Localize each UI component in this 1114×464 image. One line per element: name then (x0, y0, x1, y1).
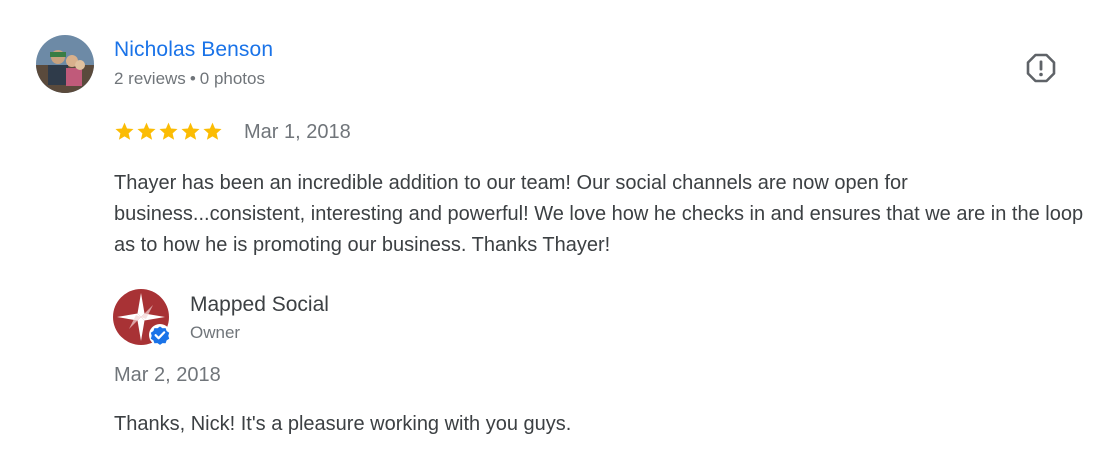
profile-photo-icon (36, 35, 94, 93)
star-icon (181, 122, 200, 140)
meta-separator: • (189, 69, 196, 88)
star-icon (115, 122, 134, 140)
star-rating (114, 121, 223, 142)
reviewer-meta: 2 reviews • 0 photos (114, 69, 265, 89)
reply-date: Mar 2, 2018 (114, 364, 221, 386)
report-flag-icon[interactable] (1025, 52, 1057, 84)
star-icon (137, 122, 156, 140)
review-card: Nicholas Benson 2 reviews • 0 photos Mar 1… (0, 0, 1114, 464)
reply-text: Thanks, Nick! It's a pleasure working wi… (114, 413, 572, 435)
owner-role: Owner (190, 323, 241, 342)
photos-count: 0 photos (199, 69, 265, 88)
star-icon (159, 122, 178, 140)
owner-logo (113, 289, 171, 347)
review-date: Mar 1, 2018 (244, 121, 351, 143)
reviewer-name-link[interactable]: Nicholas Benson (114, 38, 273, 62)
owner-name: Mapped Social (190, 293, 329, 316)
verified-badge-icon (149, 324, 171, 346)
reviews-count: 2 reviews (114, 69, 186, 88)
compass-logo-icon (113, 289, 171, 346)
reviewer-avatar[interactable] (36, 35, 94, 93)
review-text: Thayer has been an incredible addition t… (114, 172, 1084, 256)
star-icon (203, 122, 222, 140)
